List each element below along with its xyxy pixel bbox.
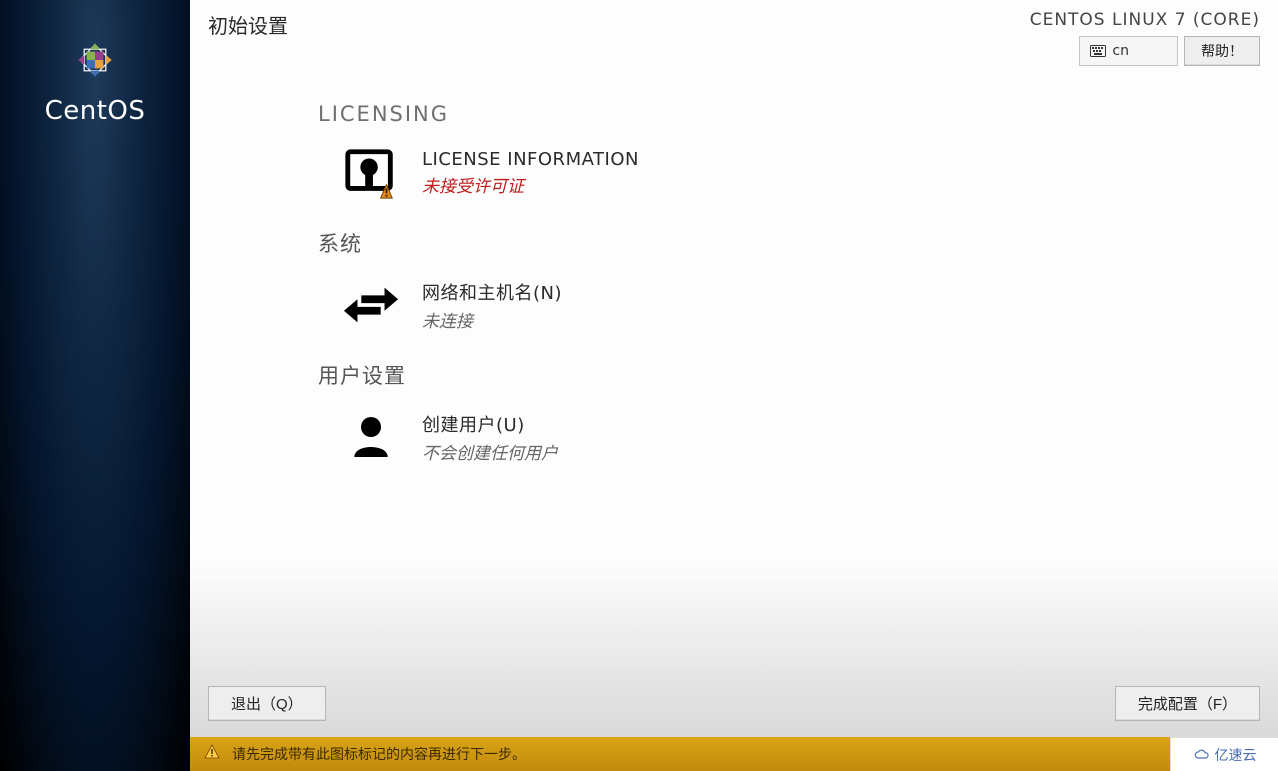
warning-bar: 请先完成带有此图标标记的内容再进行下一步。 — [190, 737, 1278, 771]
centos-logo: CentOS — [45, 30, 146, 126]
content: LICENSING LICENSE INFORMATION 未接受许可证 — [190, 70, 1278, 771]
spoke-license-text: LICENSE INFORMATION 未接受许可证 — [422, 149, 639, 197]
spoke-user-status: 不会创建任何用户 — [422, 439, 558, 464]
finish-configuration-button[interactable]: 完成配置（F） — [1115, 686, 1260, 721]
user-icon — [342, 408, 400, 466]
license-icon — [342, 144, 400, 202]
centos-logo-text: CentOS — [45, 96, 146, 126]
warning-triangle-icon — [204, 744, 220, 764]
keyboard-layout-indicator[interactable]: cn — [1079, 36, 1178, 66]
warning-message: 请先完成带有此图标标记的内容再进行下一步。 — [232, 744, 526, 764]
watermark-text: 亿速云 — [1215, 745, 1257, 765]
help-button[interactable]: 帮助！ — [1184, 36, 1260, 66]
section-heading-licensing: LICENSING — [318, 102, 1238, 126]
spoke-create-user[interactable]: 创建用户(U) 不会创建任何用户 — [342, 404, 1238, 470]
spoke-license-information[interactable]: LICENSE INFORMATION 未接受许可证 — [342, 140, 1238, 206]
spoke-network-title: 网络和主机名(N) — [422, 279, 562, 305]
main-pane: 初始设置 CENTOS LINUX 7 (CORE) cn 帮助！ — [190, 0, 1278, 771]
spoke-user-text: 创建用户(U) 不会创建任何用户 — [422, 411, 558, 464]
keyboard-layout-text: cn — [1112, 43, 1129, 59]
watermark: 亿速云 — [1170, 737, 1278, 771]
keyboard-icon — [1090, 45, 1106, 57]
spoke-user-title: 创建用户(U) — [422, 411, 558, 437]
cloud-icon — [1193, 748, 1211, 762]
header-controls: cn 帮助！ — [1079, 36, 1260, 66]
footer-buttons: 退出（Q） 完成配置（F） — [190, 686, 1278, 721]
page-title: 初始设置 — [208, 10, 288, 39]
network-icon — [342, 276, 400, 334]
spoke-network-text: 网络和主机名(N) 未连接 — [422, 279, 562, 332]
header-right: CENTOS LINUX 7 (CORE) cn 帮助！ — [1030, 10, 1260, 66]
distro-label: CENTOS LINUX 7 (CORE) — [1030, 10, 1260, 30]
spoke-license-status: 未接受许可证 — [422, 172, 639, 197]
spoke-license-title: LICENSE INFORMATION — [422, 149, 639, 170]
quit-button[interactable]: 退出（Q） — [208, 686, 326, 721]
header: 初始设置 CENTOS LINUX 7 (CORE) cn 帮助！ — [190, 0, 1278, 70]
app-root: CentOS 初始设置 CENTOS LINUX 7 (CORE) cn — [0, 0, 1278, 771]
sidebar: CentOS — [0, 0, 190, 771]
section-heading-user: 用户设置 — [318, 360, 1238, 390]
spoke-network-status: 未连接 — [422, 307, 562, 332]
centos-logo-icon — [65, 30, 125, 90]
spoke-network-hostname[interactable]: 网络和主机名(N) 未连接 — [342, 272, 1238, 338]
section-heading-system: 系统 — [318, 228, 1238, 258]
